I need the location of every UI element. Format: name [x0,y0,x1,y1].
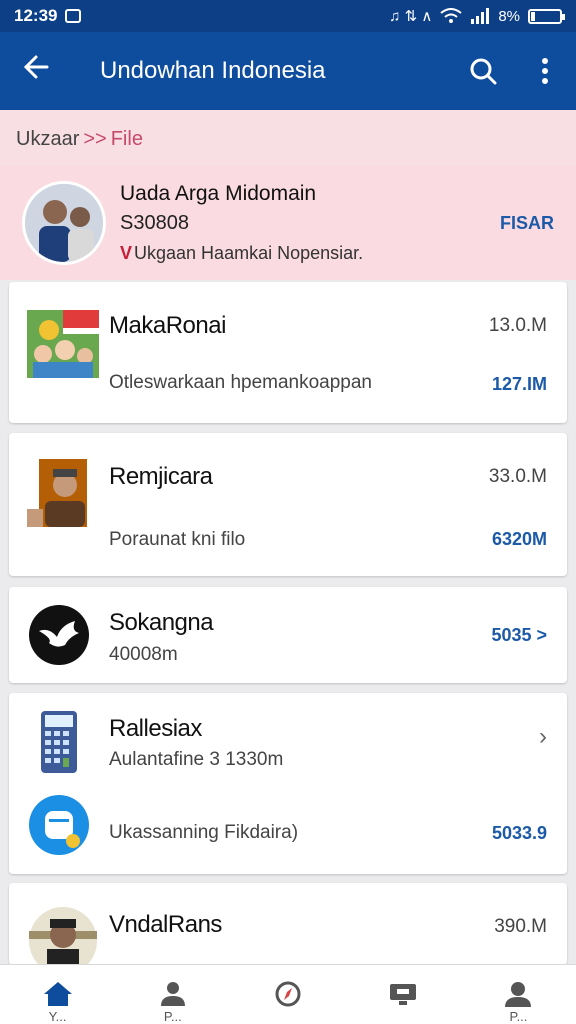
item-secondary-line: Ukassanning Fikdaira) [109,822,299,843]
item-size: 33.0.M [488,466,547,487]
status-time: 12:39 [14,6,58,25]
nav-profile-label: P... [509,1009,528,1023]
profile-description-text: Ukgaan Haamkai Nopensiar. [134,243,364,263]
home-icon [43,982,72,1006]
breadcrumb: Ukzaar >> File [0,110,576,166]
item-title: VndalRans [109,911,222,938]
arrow-left-icon [23,55,49,79]
compass-icon [275,981,301,1007]
check-mark: V [120,243,133,263]
item-value: 5033.9 [491,823,547,843]
item-value: 6320M [491,529,547,549]
breadcrumb-separator: >> [83,128,107,150]
item-subtitle: Otleswarkaan hpemankoappan [109,372,373,393]
item-size: 13.0.M [488,315,547,336]
nav-people-label: P... [163,1009,182,1023]
nav-home-label: Y... [48,1009,67,1023]
profile-description: V Ukgaan Haamkai Nopensiar. [120,243,500,264]
item-value[interactable]: 5035 > [491,625,547,646]
app-bar: Undowhan Indonesia [0,32,576,110]
drive-app-icon [27,793,99,861]
list-item[interactable]: Sokangna 40008m 5035 > [9,587,567,683]
profile-id: S30808 [120,212,189,234]
wifi-icon [440,8,462,23]
search-icon [470,58,497,85]
item-thumbnail [27,459,99,527]
profile-header: Uada Arga Midomain S30808 V Ukgaan Haamka… [0,166,576,280]
list-item[interactable]: MakaRonai Otleswarkaan hpemankoappan 13.… [9,282,567,423]
more-options-button[interactable] [514,57,576,85]
item-title: Sokangna [109,609,214,636]
item-title: MakaRonai [109,312,226,339]
item-subtitle: 40008m [109,644,178,665]
bottom-navigation: Y... P... P... [0,964,576,1024]
status-icons: ♫ ⇅ ∧ [389,8,433,25]
item-value: 127.IM [491,374,547,394]
item-subtitle: Poraunat kni filo [109,529,246,550]
list-item[interactable]: Rallesiax Aulantafine 3 1330m › Ukassann… [9,693,567,874]
person-icon [505,982,532,1007]
profile-action-link[interactable]: FISAR [500,213,554,234]
people-icon [160,982,185,1006]
page-title: Undowhan Indonesia [100,57,326,84]
nav-screen[interactable] [346,965,461,1024]
screen-icon [390,984,417,1005]
back-button[interactable] [0,54,72,88]
battery-percent: 8% [498,7,520,25]
item-title: Rallesiax [109,715,202,742]
breadcrumb-parent[interactable]: Ukzaar [16,128,79,150]
nav-explore[interactable] [230,965,345,1024]
nav-home[interactable]: Y... [0,965,115,1024]
search-button[interactable] [452,56,514,86]
list-item[interactable]: VndalRans 390.M [9,883,567,965]
profile-avatar [22,181,106,265]
item-thumbnail [27,310,99,378]
status-bar: 12:39 ♫ ⇅ ∧ 8% [0,0,576,32]
item-thumbnail [27,905,99,965]
chevron-right-icon[interactable]: › [539,723,547,751]
item-size: 390.M [494,916,547,937]
bird-logo-icon [27,601,99,669]
list-item[interactable]: Remjicara Poraunat kni filo 33.0.M 6320M [9,433,567,576]
breadcrumb-current: File [110,128,143,150]
battery-icon [528,8,565,24]
nav-people[interactable]: P... [115,965,230,1024]
signal-icon [471,8,490,24]
item-title: Remjicara [109,463,213,490]
more-vertical-icon [542,58,548,84]
notification-icon [65,9,82,23]
nav-profile[interactable]: P... [461,965,576,1024]
calculator-icon [27,709,99,777]
profile-name: Uada Arga Midomain [120,182,317,205]
item-subtitle: Aulantafine 3 1330m [109,749,284,770]
